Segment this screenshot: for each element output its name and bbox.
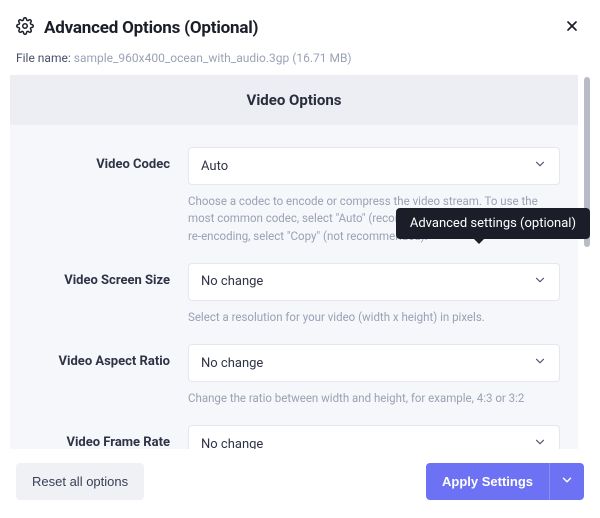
chevron-down-icon: [533, 354, 547, 372]
video-aspect-ratio-select[interactable]: No change: [188, 344, 560, 382]
option-label: Video Codec: [28, 147, 170, 172]
option-label: Video Frame Rate: [28, 425, 170, 449]
select-value: No change: [201, 356, 263, 371]
file-name-value: sample_960x400_ocean_with_audio.3gp: [74, 51, 290, 65]
close-button[interactable]: [560, 14, 584, 41]
modal-footer: Reset all options Apply Settings: [10, 449, 590, 508]
select-value: Auto: [201, 159, 228, 174]
apply-dropdown-button[interactable]: [549, 463, 584, 500]
video-screen-size-select[interactable]: No change: [188, 263, 560, 301]
modal-title: Advanced Options (Optional): [44, 18, 258, 38]
option-row-screen-size: Video Screen Size No change Select a res…: [28, 249, 560, 330]
section-title: Video Options: [10, 75, 578, 125]
modal-header: Advanced Options (Optional): [10, 14, 590, 51]
option-row-frame-rate: Video Frame Rate No change Change FPS (f…: [28, 411, 560, 449]
close-icon: [564, 18, 580, 37]
tooltip-advanced-settings: Advanced settings (optional): [396, 208, 590, 239]
option-label: Video Aspect Ratio: [28, 344, 170, 369]
gear-icon: [16, 17, 34, 39]
options-body: Video Codec Auto Choose a codec to encod…: [10, 125, 578, 449]
video-frame-rate-select[interactable]: No change: [188, 425, 560, 449]
file-info: File name: sample_960x400_ocean_with_aud…: [10, 51, 590, 75]
options-panel: Video Options Video Codec Auto Choose a …: [10, 75, 578, 449]
chevron-down-icon: [533, 273, 547, 291]
select-value: No change: [201, 437, 263, 449]
option-label: Video Screen Size: [28, 263, 170, 288]
reset-all-button[interactable]: Reset all options: [16, 463, 144, 500]
video-codec-select[interactable]: Auto: [188, 147, 560, 185]
chevron-down-icon: [560, 473, 574, 490]
chevron-down-icon: [533, 435, 547, 449]
file-size-value: (16.71 MB): [292, 51, 351, 65]
select-value: No change: [201, 274, 263, 289]
apply-button-group: Apply Settings: [426, 463, 584, 500]
option-row-aspect-ratio: Video Aspect Ratio No change Change the …: [28, 330, 560, 411]
chevron-down-icon: [533, 157, 547, 175]
file-name-label: File name:: [16, 51, 71, 65]
content-wrapper: Video Options Video Codec Auto Choose a …: [10, 75, 590, 449]
option-help: Select a resolution for your video (widt…: [188, 309, 560, 326]
apply-settings-button[interactable]: Apply Settings: [426, 463, 549, 500]
advanced-options-modal: Advanced Options (Optional) File name: s…: [0, 0, 600, 518]
option-help: Change the ratio between width and heigh…: [188, 390, 560, 407]
